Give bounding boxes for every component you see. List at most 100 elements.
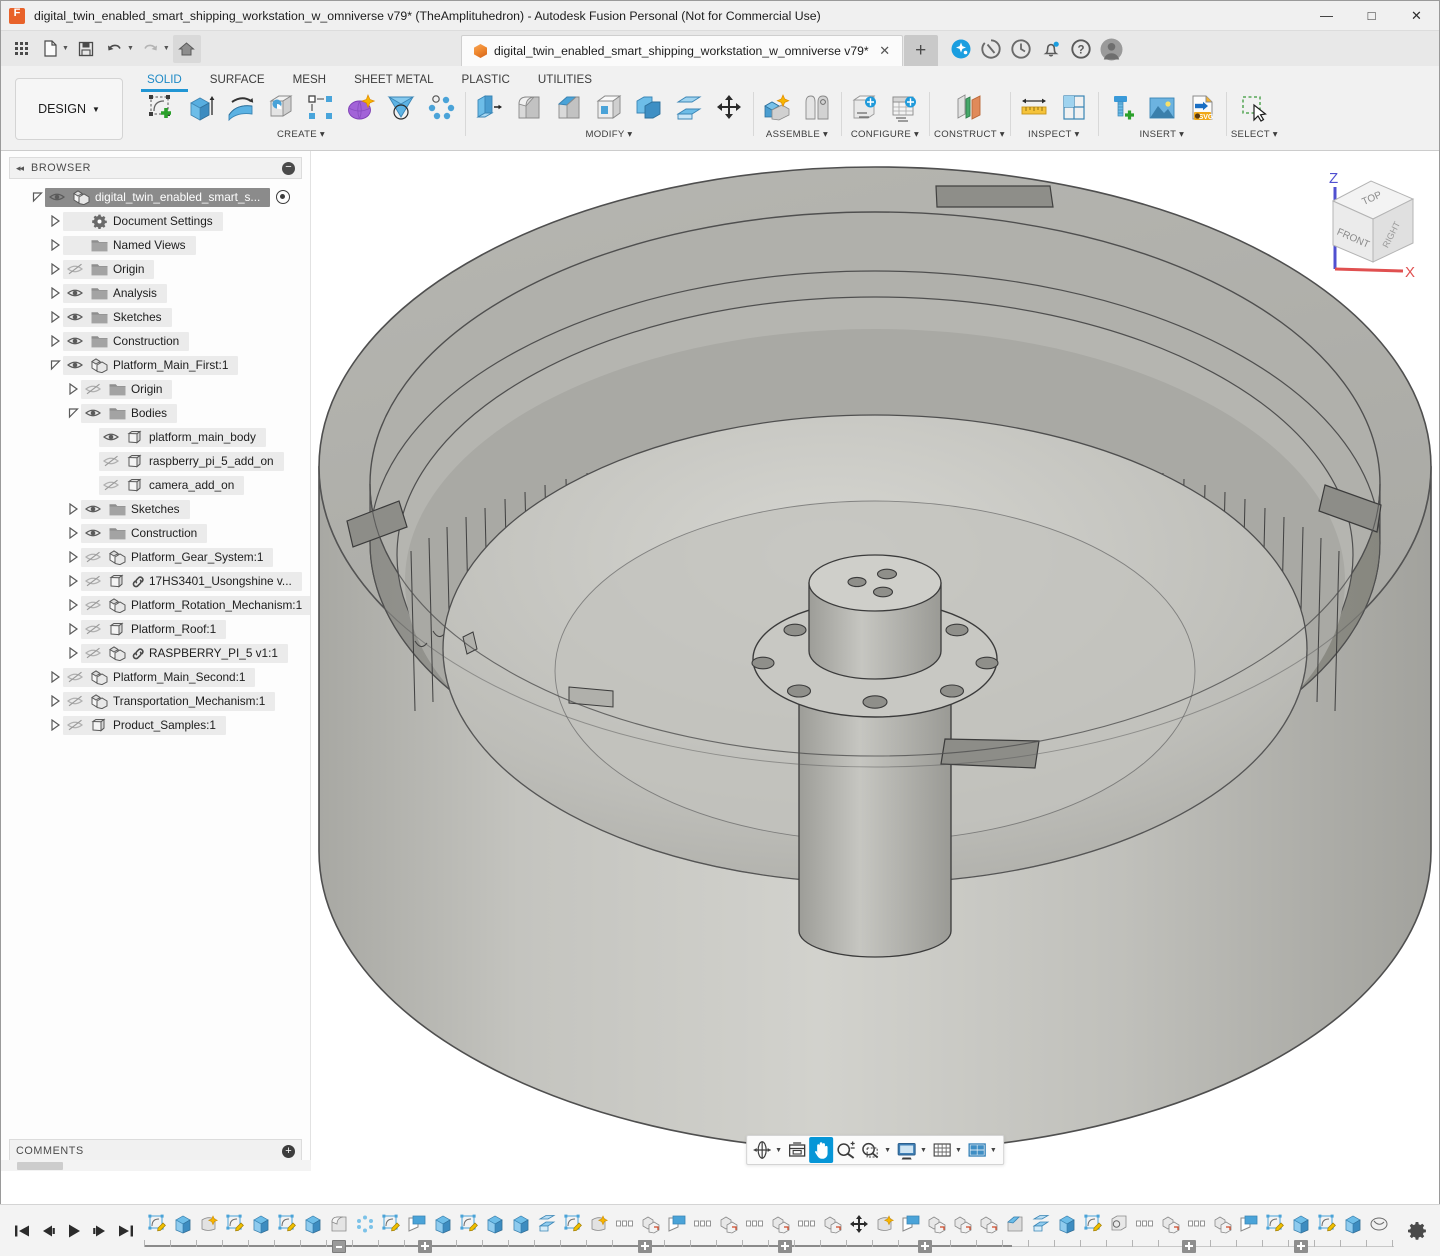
visibility-eye-off-icon[interactable] [81,623,105,635]
timeline-feature-pattern[interactable] [794,1207,820,1241]
tab-surface[interactable]: SURFACE [196,69,279,89]
undo-caret[interactable]: ▼ [127,45,134,52]
timeline-feature-pattern[interactable] [742,1207,768,1241]
timeline-group-3[interactable] [778,1240,792,1253]
timeline-feature-sketch[interactable] [222,1207,248,1241]
fillet-icon[interactable] [510,89,548,127]
timeline-feature-move-copy[interactable] [846,1207,872,1241]
tree-node-content[interactable]: Analysis [63,284,167,303]
timeline-feature-align[interactable] [924,1207,950,1241]
configuration-table-icon[interactable] [886,89,924,127]
tree-node-platform-rotation-mechanism-1[interactable]: Platform_Rotation_Mechanism:1 [1,593,310,617]
look-at-tool[interactable] [785,1137,809,1163]
viewports[interactable] [965,1137,989,1163]
expand-arrow-icon[interactable] [47,719,63,731]
timeline-feature-sketch[interactable] [144,1207,170,1241]
expand-arrow-icon[interactable] [65,527,81,539]
timeline-feature-align[interactable] [820,1207,846,1241]
design-workspace-dropdown[interactable]: DESIGN ▼ [15,78,123,140]
add-comment-icon[interactable]: + [282,1145,295,1158]
timeline-feature-align[interactable] [1210,1207,1236,1241]
timeline-group-4[interactable] [918,1240,932,1253]
timeline-feature-plane[interactable] [898,1207,924,1241]
expand-arrow-icon[interactable] [65,383,81,395]
tree-node-raspberry-pi-5-v1-1[interactable]: RASPBERRY_PI_5 v1:1 [1,641,310,665]
insert-decal-icon[interactable] [1143,89,1181,127]
timeline-settings-icon[interactable] [1394,1205,1440,1257]
panel-modify-label[interactable]: MODIFY ▾ [585,129,632,140]
timeline-group-6[interactable] [1294,1240,1308,1253]
display-settings-caret[interactable]: ▼ [920,1147,927,1154]
visibility-eye-off-icon[interactable] [63,671,87,683]
tree-node-origin[interactable]: Origin [1,377,310,401]
tree-node-content[interactable]: Construction [81,524,207,543]
viewports-caret[interactable]: ▼ [990,1147,997,1154]
step-forward-button[interactable] [88,1218,112,1244]
tab-solid[interactable]: SOLID [133,69,196,89]
move-copy-icon[interactable] [710,89,748,127]
tree-node-bodies[interactable]: Bodies [1,401,310,425]
tree-node-sketches[interactable]: Sketches [1,305,310,329]
pattern-rectangular-icon[interactable] [302,89,340,127]
redo-caret[interactable]: ▼ [163,45,170,52]
orbit-caret[interactable]: ▼ [775,1147,782,1154]
tree-node-platform-main-body[interactable]: platform_main_body [1,425,310,449]
tree-node-content[interactable]: Sketches [81,500,190,519]
tree-node-content[interactable]: Origin [81,380,172,399]
timeline-feature-sketch[interactable] [1314,1207,1340,1241]
tree-node-content[interactable]: raspberry_pi_5_add_on [99,452,284,471]
go-to-end-button[interactable] [114,1218,138,1244]
revolve-icon[interactable] [222,89,260,127]
timeline-feature-sketch[interactable] [274,1207,300,1241]
view-cube[interactable]: Z X TOP FRONT RIGHT [1305,159,1435,279]
timeline-feature-extrude[interactable] [1054,1207,1080,1241]
timeline-feature-hole-pattern[interactable] [352,1207,378,1241]
expand-arrow-icon[interactable] [47,215,63,227]
tree-node-content[interactable]: 17HS3401_Usongshine v... [81,572,302,591]
tab-plastic[interactable]: PLASTIC [448,69,524,89]
extension-icon[interactable] [950,38,972,60]
display-settings[interactable] [894,1137,919,1163]
timeline-feature-extrude[interactable] [170,1207,196,1241]
tree-node-transportation-mechanism-1[interactable]: Transportation_Mechanism:1 [1,689,310,713]
tree-node-content[interactable]: Platform_Rotation_Mechanism:1 [81,596,310,615]
measure-icon[interactable] [1015,89,1053,127]
timeline-feature-plane[interactable] [664,1207,690,1241]
visibility-eye-icon[interactable] [81,527,105,539]
new-document-caret[interactable]: ▼ [62,45,69,52]
panel-select-label[interactable]: SELECT ▾ [1231,129,1278,140]
timeline-feature-split-face[interactable] [1028,1207,1054,1241]
timeline-group-1[interactable] [418,1240,432,1253]
browser-horizontal-scrollbar[interactable] [1,1160,311,1171]
collapse-icon[interactable]: ◂◂ [16,163,23,174]
new-tab-button[interactable]: + [904,35,938,66]
zoom-tool[interactable] [833,1137,858,1163]
tree-node-analysis[interactable]: Analysis [1,281,310,305]
notifications-icon[interactable] [1040,38,1062,60]
tree-node-sketches[interactable]: Sketches [1,497,310,521]
insert-mcmaster-icon[interactable] [1103,89,1141,127]
visibility-eye-icon[interactable] [81,503,105,515]
undo-icon[interactable] [101,35,129,63]
visibility-eye-off-icon[interactable] [81,551,105,563]
activate-component-radio[interactable] [276,190,290,204]
panel-configure-label[interactable]: CONFIGURE ▾ [851,129,919,140]
grid-snaps[interactable] [930,1137,954,1163]
extrude-icon[interactable] [182,89,220,127]
tree-node-content[interactable]: Sketches [63,308,172,327]
document-tab[interactable]: digital_twin_enabled_smart_shipping_work… [461,35,903,66]
visibility-eye-icon[interactable] [63,287,87,299]
tree-node-content[interactable]: Platform_Main_Second:1 [63,668,255,687]
sweep-icon[interactable] [262,89,300,127]
visibility-eye-icon[interactable] [63,335,87,347]
visibility-eye-off-icon[interactable] [81,575,105,587]
tree-node-content[interactable]: digital_twin_enabled_smart_s... [45,188,270,207]
tree-node-17hs3401-usongshine-v[interactable]: 17HS3401_Usongshine v... [1,569,310,593]
minimize-button[interactable]: — [1304,1,1349,31]
visibility-eye-off-icon[interactable] [81,383,105,395]
scrollbar-thumb[interactable] [17,1162,63,1170]
zoom-window-tool[interactable] [858,1137,883,1163]
visibility-eye-off-icon[interactable] [81,647,105,659]
timeline-feature-chamfer[interactable] [1002,1207,1028,1241]
panel-construct-label[interactable]: CONSTRUCT ▾ [934,129,1005,140]
